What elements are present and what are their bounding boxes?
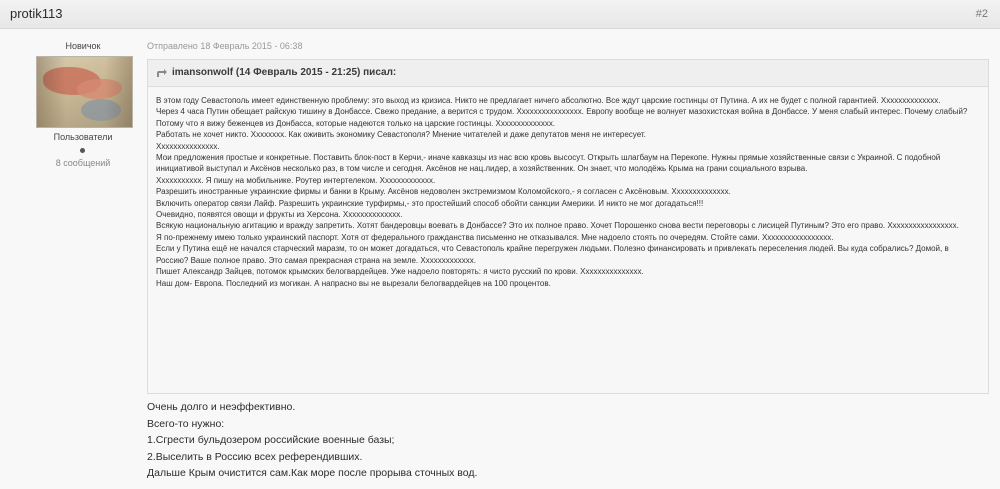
user-post-count: 8 сообщений bbox=[55, 158, 111, 168]
reply-text: Очень долго и неэффективно. Всего-то нуж… bbox=[147, 399, 987, 482]
post-body: Новичок Пользователи 8 сообщений Отправл… bbox=[0, 29, 1000, 489]
quote-line: Я по-прежнему имею только украинский пас… bbox=[156, 232, 834, 242]
quote-line: Включить оператор связи Лайф. Разрешить … bbox=[156, 198, 704, 208]
quote-line: Наш дом- Европа. Последний из могикан. А… bbox=[156, 278, 551, 288]
reply-line: 1.Сгрести бульдозером российские военные… bbox=[147, 434, 395, 446]
quote-line: Мои предложения простые и конкретные. По… bbox=[156, 153, 941, 174]
post-number-link[interactable]: #2 bbox=[976, 8, 988, 20]
post-header: protik113 #2 bbox=[0, 0, 1000, 29]
quote-line: Очевидно, появятся овощи и фрукты из Хер… bbox=[156, 210, 403, 220]
user-group: Пользователи bbox=[53, 132, 113, 142]
avatar[interactable] bbox=[36, 56, 133, 128]
quote-line: Работать не хочет никто. Хххххххх. Как о… bbox=[156, 130, 646, 140]
reply-line: Всего-то нужно: bbox=[147, 417, 225, 430]
avatar-vignette bbox=[37, 57, 132, 127]
user-panel: Новичок Пользователи 8 сообщений bbox=[28, 29, 138, 489]
quote-arrow-icon[interactable] bbox=[156, 69, 168, 79]
reply-line: Очень долго и неэффективно. bbox=[147, 401, 296, 413]
reply-line: 2.Выселить в Россию всех референдивших. bbox=[147, 450, 363, 463]
quote-line: Ххххххххххх. Я пишу на мобильнике. Роуте… bbox=[156, 175, 436, 185]
quote-block: imansonwolf (14 Февраль 2015 - 21:25) пи… bbox=[147, 59, 989, 394]
quote-line: Ххххххххххххххх. bbox=[156, 141, 220, 151]
user-rank: Новичок bbox=[65, 41, 101, 51]
quote-line: Пишет Александр Зайцев, потомок крымских… bbox=[156, 267, 644, 277]
post-author-link[interactable]: protik113 bbox=[10, 6, 63, 21]
quote-line: Если у Путина ещё не начался старческий … bbox=[156, 244, 949, 265]
reply-line: Дальше Крым очистится сам.Как море после… bbox=[147, 467, 478, 479]
quote-line: Всякую национальную агитацию и вражду за… bbox=[156, 221, 959, 231]
online-status-icon bbox=[80, 148, 85, 153]
quote-text: В этом году Севастополь имеет единственн… bbox=[156, 95, 982, 289]
quote-line: В этом году Севастополь имеет единственн… bbox=[156, 96, 941, 105]
quote-citation: imansonwolf (14 Февраль 2015 - 21:25) пи… bbox=[172, 67, 397, 78]
quote-line: Через 4 часа Путин обещает райскую тишин… bbox=[156, 107, 968, 128]
post-date: Отправлено 18 Февраль 2015 - 06:38 bbox=[147, 41, 303, 51]
quote-line: Разрешить иностранные украинские фирмы и… bbox=[156, 187, 731, 197]
quote-header: imansonwolf (14 Февраль 2015 - 21:25) пи… bbox=[148, 60, 988, 87]
